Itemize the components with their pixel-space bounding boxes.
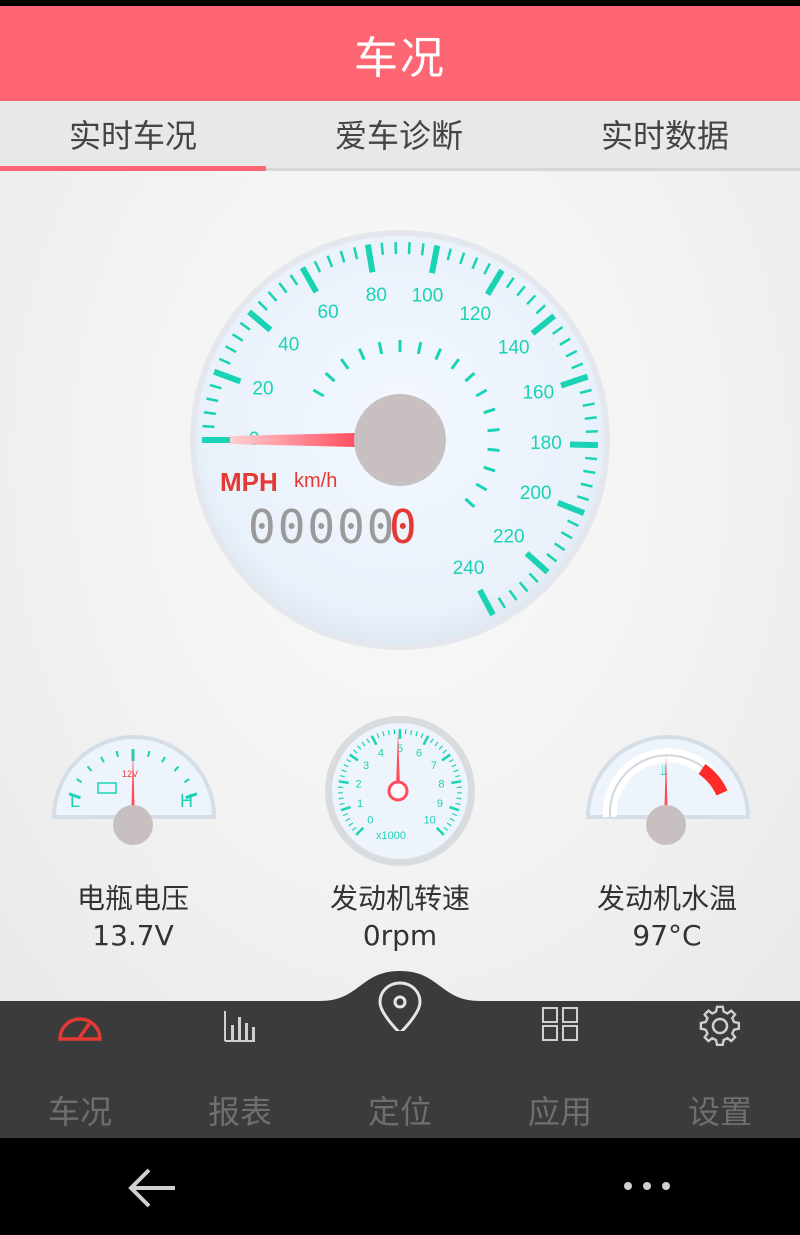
speedometer-hub: [354, 394, 446, 486]
speed-tick: [203, 410, 217, 416]
odometer-last-digit: 0: [389, 500, 417, 554]
tab-label: 实时车况: [68, 117, 197, 155]
nav-item-status[interactable]: 车况: [0, 1001, 160, 1138]
rpm-tick: [456, 797, 462, 800]
battery-tick: [147, 750, 151, 758]
nav-label: 报表: [207, 1093, 272, 1131]
speed-tick: [584, 416, 597, 420]
speed-tick: [407, 242, 411, 255]
speed-tick-label: 20: [252, 379, 273, 400]
engine-rpm-value: 0rpm: [362, 919, 438, 952]
system-nav-bar: [0, 1138, 800, 1235]
speed-tick-label: 120: [459, 304, 491, 325]
tab-realtime-status[interactable]: 实时车况: [0, 101, 266, 167]
battery-low-label: L: [70, 791, 80, 811]
battery-voltage-title: 电瓶电压: [76, 882, 189, 915]
speed-tick-label: 40: [278, 335, 299, 356]
nav-item-reports[interactable]: 报表: [160, 1001, 320, 1138]
speed-tick-label: 140: [498, 337, 530, 358]
tab-bar: 实时车况 爱车诊断 实时数据: [0, 101, 800, 171]
speed-tick: [420, 243, 425, 256]
rpm-tick-label: 2: [355, 778, 361, 790]
speed-tick: [569, 441, 599, 449]
nav-label: 定位: [367, 1093, 432, 1131]
engine-temp-title: 发动机水温: [596, 882, 737, 915]
engine-temp-value: 97°C: [632, 919, 702, 952]
rpm-tick-label: 1: [357, 798, 363, 810]
unit-kmh: km/h: [294, 470, 337, 492]
rpm-multiplier: x1000: [376, 830, 406, 842]
grid-icon: [542, 1007, 578, 1041]
speed-tick: [585, 456, 598, 461]
speed-tick-label: 220: [493, 526, 525, 547]
rpm-tick-label: 10: [424, 815, 436, 827]
unit-mph: MPH: [220, 467, 278, 497]
rpm-tick-label: 8: [438, 778, 444, 790]
speedometer-icon: [58, 1017, 102, 1041]
battery-hub: [113, 805, 153, 845]
inner-tick: [487, 428, 500, 433]
speed-tick-label: 180: [530, 433, 562, 454]
engine-rpm-title: 发动机转速: [329, 882, 470, 915]
tab-diagnosis[interactable]: 爱车诊断: [266, 101, 532, 167]
temp-hub: [646, 805, 686, 845]
battery-gauge: L H 12V: [51, 735, 217, 845]
speed-tick: [202, 424, 215, 429]
battery-tick: [115, 750, 119, 758]
speed-tick-label: 100: [412, 286, 444, 307]
rpm-tick: [338, 780, 349, 785]
speed-tick-label: 200: [520, 483, 552, 504]
rpm-hub: [387, 780, 409, 802]
rpm-tick-label: 0: [367, 815, 373, 827]
inner-tick: [487, 447, 500, 452]
nav-item-apps[interactable]: 应用: [480, 1001, 640, 1138]
speed-tick-label: 60: [318, 302, 339, 323]
page-title-text: 车况: [354, 32, 446, 84]
location-bump[interactable]: [320, 971, 480, 1031]
rpm-tick: [338, 797, 344, 800]
water-temp-gauge: ⫫: [585, 735, 751, 845]
rpm-tick-label: 3: [363, 760, 369, 772]
tab-label: 实时数据: [600, 117, 729, 155]
battery-voltage-value: 13.7V: [92, 919, 174, 952]
odometer-digits: 00000: [248, 500, 396, 554]
rpm-tick-label: 4: [378, 747, 384, 759]
tab-label: 爱车诊断: [334, 117, 463, 155]
rpm-tick: [451, 780, 462, 785]
battery-mark-label: 12V: [122, 769, 138, 779]
nav-item-settings[interactable]: 设置: [640, 1001, 800, 1138]
nav-label: 设置: [687, 1093, 752, 1131]
gear-icon: [699, 1005, 741, 1047]
tab-realtime-data[interactable]: 实时数据: [532, 101, 798, 167]
bar-chart-icon: [224, 1011, 255, 1042]
more-dots-icon[interactable]: [620, 1176, 674, 1196]
back-arrow-icon[interactable]: [125, 1166, 179, 1210]
rpm-tick-label: 6: [416, 747, 422, 759]
rpm-tick-label: 7: [431, 760, 437, 772]
page-title: 车况: [0, 6, 800, 101]
thermometer-icon: ⫫: [660, 763, 668, 779]
speed-tick: [585, 429, 598, 434]
nav-label: 应用: [527, 1093, 592, 1131]
speed-tick-label: 160: [522, 382, 554, 403]
speedometer-gauge: 0 20 40 60 80 100 120 140 160 180 200 220 240 MPH km…: [190, 230, 610, 650]
speed-tick-label: 80: [366, 285, 387, 306]
nav-label: 车况: [47, 1093, 112, 1131]
speed-tick: [380, 242, 385, 255]
battery-high-label: H: [180, 791, 193, 811]
dashboard-panel: 020406080100120140160180200220240 MPH km…: [0, 171, 800, 1001]
speed-tick-label: 240: [453, 558, 485, 579]
rpm-gauge: 01234 5 678910 x1000: [325, 716, 475, 866]
rpm-tick-label: 9: [437, 798, 443, 810]
